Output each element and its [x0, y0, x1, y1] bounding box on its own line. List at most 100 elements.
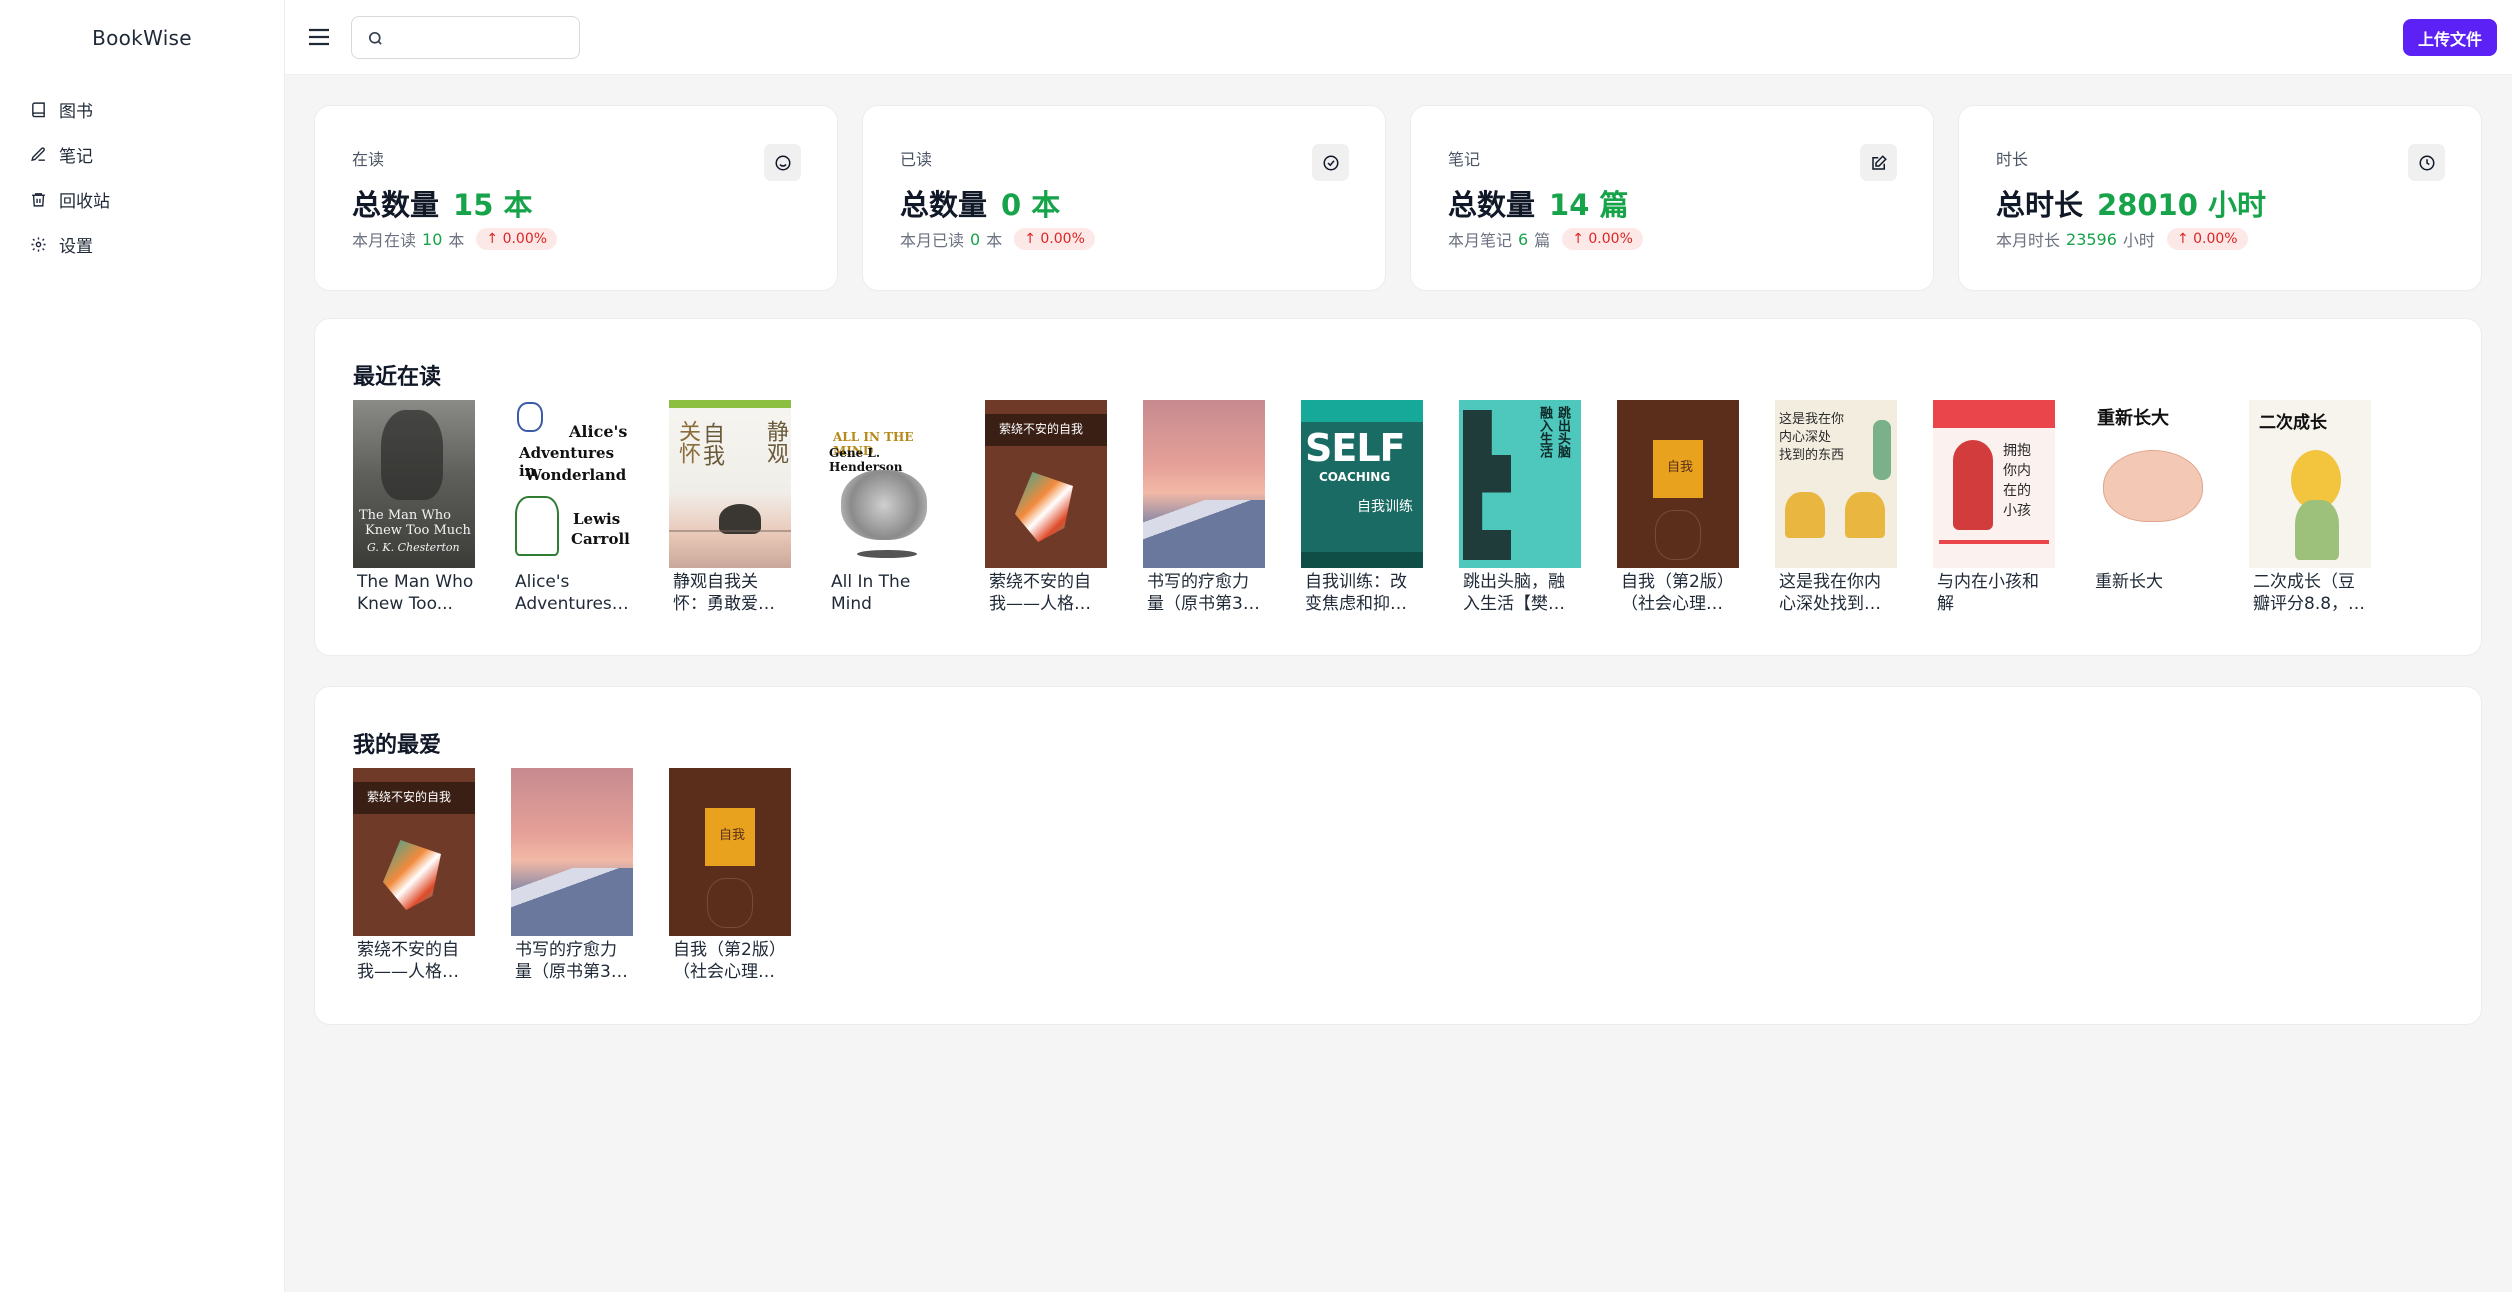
book-title: 萦绕不安的自我——人格结构...: [357, 940, 459, 982]
stat-sub-value: 6: [1518, 229, 1529, 249]
cover-title: 融入生活: [1537, 406, 1552, 458]
book-cover[interactable]: The Man Who Knew Too Much G. K. Chestert…: [353, 400, 475, 568]
brand-name[interactable]: BookWise: [0, 0, 284, 75]
cover-title: Wonderland: [525, 466, 627, 484]
book-cover[interactable]: 重新长大: [2091, 400, 2213, 568]
book-cover[interactable]: 拥抱 你内 在的 小孩: [1933, 400, 2055, 568]
book-item[interactable]: 自我 自我（第2版）（社会心理学...: [1617, 400, 1739, 615]
cover-author: Carroll: [571, 530, 630, 548]
stat-sub: 本月笔记 6 篇 ↑ 0.00%: [1448, 227, 1643, 251]
book-item[interactable]: 书写的疗愈力量（原书第3版）: [511, 768, 633, 983]
edit-note-icon: [1871, 154, 1887, 170]
book-title: 自我（第2版）（社会心理学...: [1621, 572, 1734, 614]
book-cover[interactable]: 这是我在你 内心深处 找到的东西: [1775, 400, 1897, 568]
book-item[interactable]: 二次成长 二次成长（豆瓣评分8.8，B站...: [2249, 400, 2371, 615]
stat-card-notes[interactable]: 笔记 总数量 14 篇 本月笔记 6 篇 ↑ 0.00%: [1410, 105, 1934, 291]
book-item[interactable]: 拥抱 你内 在的 小孩 与内在小孩和解: [1933, 400, 2055, 615]
cover-title: 这是我在你: [1779, 412, 1845, 427]
book-item[interactable]: 萦绕不安的自我 萦绕不安的自我——人格结构...: [985, 400, 1107, 615]
stat-value: 0 本: [1001, 188, 1061, 222]
stat-icon-box: [2408, 144, 2445, 181]
sidebar-item-label: 笔记: [59, 147, 93, 167]
recent-reading-section: 最近在读 The Man Who Knew Too Much G. K. Che…: [314, 318, 2482, 656]
book-item[interactable]: 重新长大 重新长大: [2091, 400, 2213, 593]
book-item[interactable]: SELF COACHING 自我训练 自我训练：改变焦虑和抑郁的...: [1301, 400, 1423, 615]
stat-label: 笔记: [1448, 150, 1481, 169]
book-item[interactable]: 跳出头脑 融入生活 跳出头脑，融入生活【樊登推...: [1459, 400, 1581, 615]
book-item[interactable]: 萦绕不安的自我 萦绕不安的自我——人格结构...: [353, 768, 475, 983]
sidebar-item-trash[interactable]: 回收站: [0, 177, 284, 222]
book-cover[interactable]: 自我: [669, 768, 791, 936]
top-header: 上传文件: [285, 0, 2512, 75]
book-cover[interactable]: 关怀 自我 静观: [669, 400, 791, 568]
sidebar-item-label: 设置: [59, 237, 93, 257]
book-item[interactable]: Alice's Adventures in Wonderland Lewis C…: [511, 400, 633, 615]
cover-title: 静观: [763, 420, 788, 464]
book-title: 书写的疗愈力量（原书第3版）: [515, 940, 617, 982]
sidebar-item-books[interactable]: 图书: [0, 87, 284, 132]
search-input[interactable]: [394, 25, 569, 51]
sidebar-nav: 图书 笔记 回收站 设置: [0, 87, 284, 267]
sidebar-item-notes[interactable]: 笔记: [0, 132, 284, 177]
stat-main-label: 总时长: [1996, 188, 2084, 222]
stat-sub-label: 本月时长: [1996, 231, 2061, 250]
book-cover[interactable]: Alice's Adventures in Wonderland Lewis C…: [511, 400, 633, 568]
cover-title: 萦绕不安的自我: [367, 790, 452, 804]
change-badge: ↑ 0.00%: [1014, 228, 1095, 250]
smile-icon: [775, 155, 790, 170]
change-badge: ↑ 0.00%: [1562, 228, 1643, 250]
cover-author: G. K. Chesterton: [367, 541, 460, 554]
book-cover[interactable]: 二次成长: [2249, 400, 2371, 568]
stat-sub-value: 0: [970, 229, 981, 249]
book-title: 萦绕不安的自我——人格结构...: [989, 572, 1091, 614]
sidebar-item-label: 回收站: [59, 192, 110, 212]
stat-sub-label: 本月在读: [352, 231, 417, 250]
stat-value: 28010 小时: [2097, 188, 2267, 222]
book-title: 自我（第2版）（社会心理学...: [673, 940, 786, 982]
stat-main: 总数量 0 本: [900, 182, 1060, 224]
cover-title: 找到的东西: [1779, 448, 1845, 463]
book-cover[interactable]: [511, 768, 633, 936]
sidebar-item-settings[interactable]: 设置: [0, 222, 284, 267]
change-badge: ↑ 0.00%: [476, 228, 558, 250]
stat-main: 总数量 14 篇: [1448, 182, 1628, 224]
cover-title: 自我: [719, 828, 746, 843]
cover-title: 自我: [699, 422, 724, 466]
cover-title: Alice's: [569, 422, 628, 441]
stat-main: 总数量 15 本: [352, 182, 532, 224]
cover-title: 萦绕不安的自我: [999, 422, 1084, 436]
stats-row: 在读 总数量 15 本 本月在读 10 本 ↑ 0.00% 已读 总数量 0 本 本…: [314, 105, 2482, 291]
book-icon: [32, 102, 45, 118]
stat-card-duration[interactable]: 时长 总时长 28010 小时 本月时长 23596 小时 ↑ 0.00%: [1958, 105, 2482, 291]
book-cover[interactable]: 萦绕不安的自我: [985, 400, 1107, 568]
stat-sub: 本月已读 0 本 ↑ 0.00%: [900, 227, 1095, 251]
book-item[interactable]: 自我 自我（第2版）（社会心理学...: [669, 768, 791, 983]
book-item[interactable]: ALL IN THE MIND Gene L. Henderson All In…: [827, 400, 949, 615]
clock-icon: [2419, 155, 2434, 170]
sidebar-item-label: 图书: [59, 102, 93, 122]
book-cover[interactable]: 自我: [1617, 400, 1739, 568]
stat-main-label: 总数量: [1448, 188, 1536, 222]
cover-title: 在的: [2003, 483, 2031, 499]
stat-sub: 本月在读 10 本 ↑ 0.00%: [352, 227, 558, 251]
book-item[interactable]: 书写的疗愈力量（原书第3版）: [1143, 400, 1265, 615]
book-cover[interactable]: 萦绕不安的自我: [353, 768, 475, 936]
book-title: 自我训练：改变焦虑和抑郁的...: [1305, 572, 1407, 614]
stat-card-reading[interactable]: 在读 总数量 15 本 本月在读 10 本 ↑ 0.00%: [314, 105, 838, 291]
stat-sub-unit: 本: [448, 231, 465, 250]
book-cover[interactable]: SELF COACHING 自我训练: [1301, 400, 1423, 568]
book-cover[interactable]: 跳出头脑 融入生活: [1459, 400, 1581, 568]
book-item[interactable]: 这是我在你 内心深处 找到的东西 这是我在你内心深处找到的东...: [1775, 400, 1897, 615]
book-item[interactable]: 关怀 自我 静观 静观自我关怀：勇敢爱自己的...: [669, 400, 791, 615]
cover-title: 自我训练: [1357, 499, 1413, 515]
cover-title: SELF: [1305, 426, 1405, 470]
upload-button[interactable]: 上传文件: [2402, 19, 2497, 56]
stat-card-finished[interactable]: 已读 总数量 0 本 本月已读 0 本 ↑ 0.00%: [862, 105, 1386, 291]
search-box[interactable]: [351, 16, 580, 59]
stat-sub-unit: 小时: [2122, 231, 2155, 250]
book-cover[interactable]: ALL IN THE MIND Gene L. Henderson: [827, 400, 949, 568]
book-cover[interactable]: [1143, 400, 1265, 568]
book-item[interactable]: The Man Who Knew Too Much G. K. Chestert…: [353, 400, 475, 615]
menu-icon[interactable]: [307, 26, 331, 48]
stat-icon-box: [764, 144, 801, 181]
